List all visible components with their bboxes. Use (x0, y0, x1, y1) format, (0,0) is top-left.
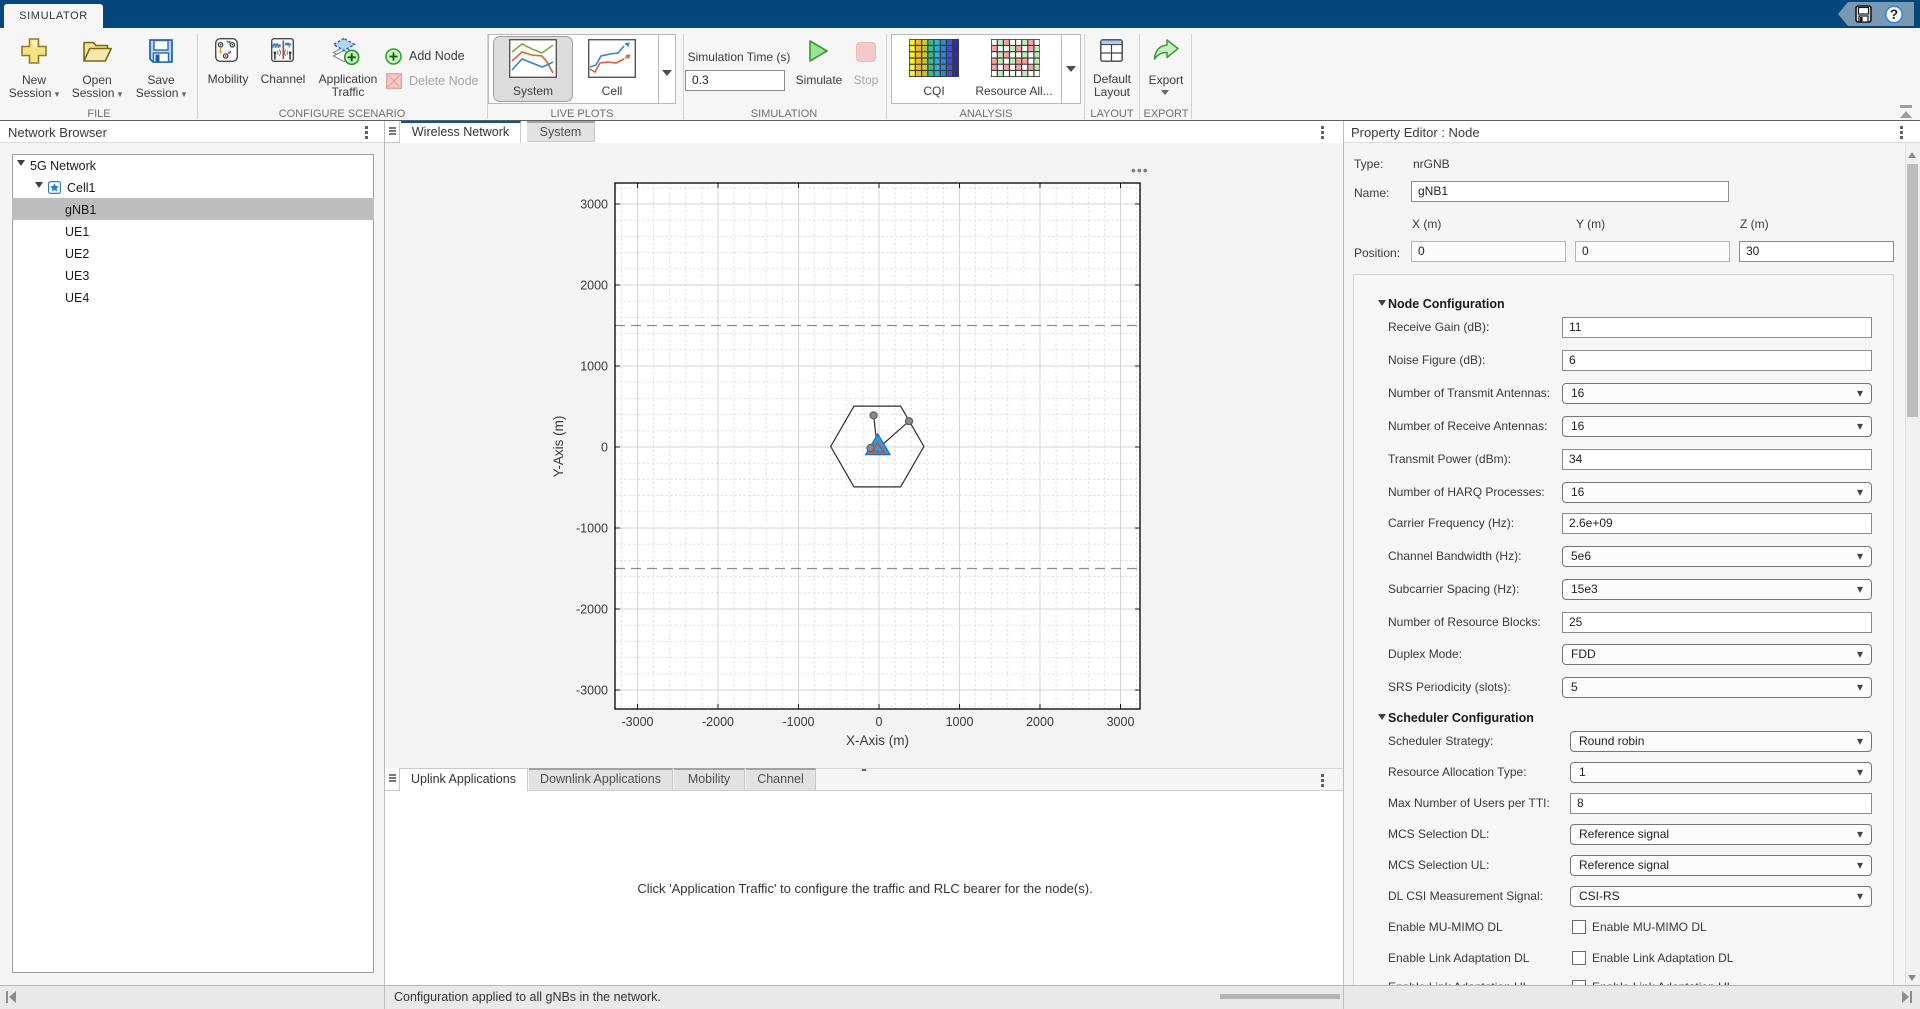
svg-text:3000: 3000 (580, 198, 608, 212)
svg-text:•••: ••• (1131, 162, 1149, 178)
svg-text:3000: 3000 (1107, 715, 1135, 729)
svg-text:Y-Axis (m): Y-Axis (m) (551, 416, 566, 478)
svg-text:1000: 1000 (580, 360, 608, 374)
svg-text:2000: 2000 (580, 279, 608, 293)
svg-text:2000: 2000 (1026, 715, 1054, 729)
svg-text:-3000: -3000 (622, 715, 654, 729)
svg-text:X-Axis (m): X-Axis (m) (846, 733, 909, 748)
svg-text:-3000: -3000 (576, 684, 608, 698)
svg-text:0: 0 (876, 715, 883, 729)
svg-text:-1000: -1000 (576, 522, 608, 536)
svg-text:-1000: -1000 (783, 715, 815, 729)
svg-text:-2000: -2000 (576, 603, 608, 617)
svg-text:0: 0 (601, 441, 608, 455)
svg-text:-2000: -2000 (702, 715, 734, 729)
svg-text:1000: 1000 (946, 715, 974, 729)
svg-text:?: ? (1890, 7, 1898, 22)
